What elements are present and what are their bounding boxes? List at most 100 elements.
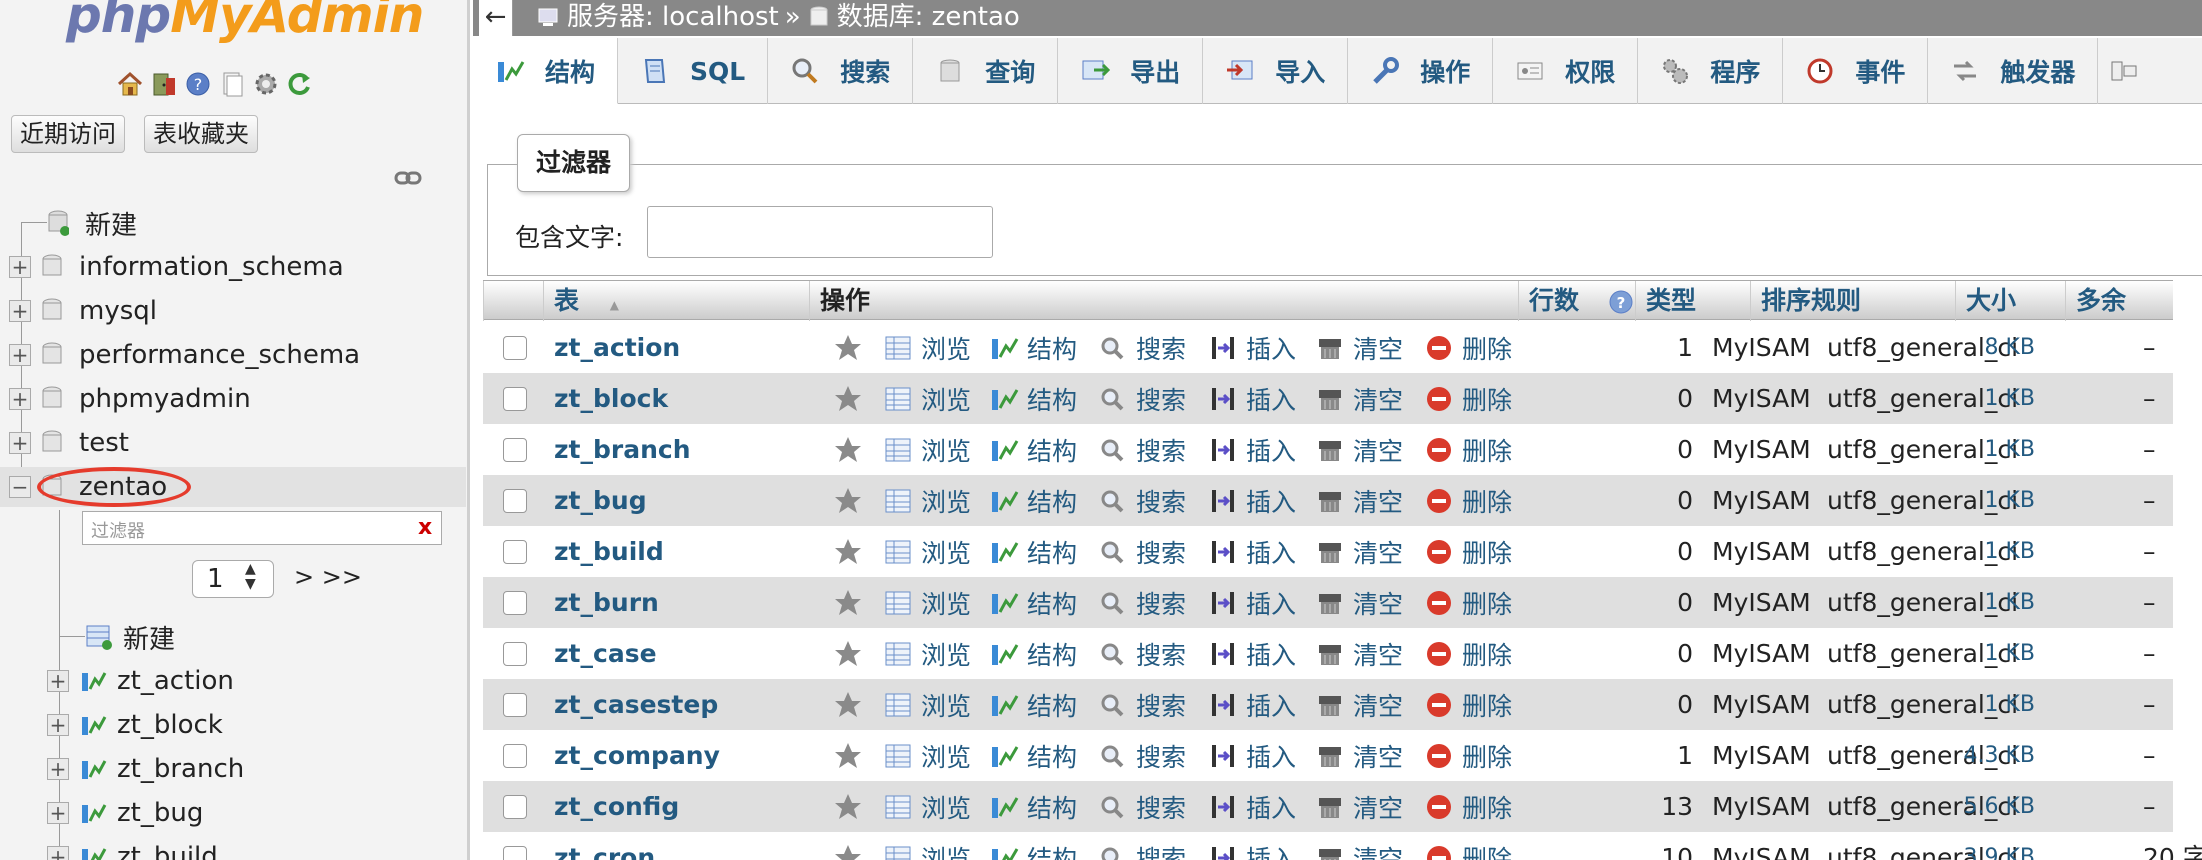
table-size[interactable]: 1 KB xyxy=(1953,526,2035,577)
search-action[interactable]: 搜索 xyxy=(1098,322,1186,373)
empty-action[interactable]: 清空 xyxy=(1315,679,1403,730)
drop-action[interactable]: 删除 xyxy=(1424,424,1512,475)
star-icon[interactable] xyxy=(833,588,863,618)
column-size[interactable]: 大小 xyxy=(1955,281,2065,321)
table-size[interactable]: 1 KB xyxy=(1953,373,2035,424)
structure-action[interactable]: 结构 xyxy=(989,730,1077,781)
expand-icon[interactable]: + xyxy=(47,670,69,692)
expand-icon[interactable]: + xyxy=(47,846,69,860)
star-icon[interactable] xyxy=(833,384,863,414)
exit-icon[interactable] xyxy=(150,70,178,98)
drop-action[interactable]: 删除 xyxy=(1424,322,1512,373)
structure-action[interactable]: 结构 xyxy=(989,475,1077,526)
drop-action[interactable]: 删除 xyxy=(1424,526,1512,577)
tab-query[interactable]: 查询 xyxy=(913,38,1059,104)
nav-db-phpmyadmin[interactable]: + phpmyadmin xyxy=(9,379,251,419)
link-icon[interactable] xyxy=(394,168,422,188)
browse-action[interactable]: 浏览 xyxy=(883,781,971,832)
table-name-link[interactable]: zt_build xyxy=(554,526,664,577)
nav-db-performance-schema[interactable]: + performance_schema xyxy=(9,335,360,375)
home-icon[interactable] xyxy=(116,70,144,98)
search-action[interactable]: 搜索 xyxy=(1098,781,1186,832)
search-action[interactable]: 搜索 xyxy=(1098,628,1186,679)
browse-action[interactable]: 浏览 xyxy=(883,577,971,628)
empty-action[interactable]: 清空 xyxy=(1315,526,1403,577)
search-action[interactable]: 搜索 xyxy=(1098,832,1186,860)
nav-table-item[interactable]: + zt_block xyxy=(47,705,223,745)
tab-triggers[interactable]: 触发器 xyxy=(1928,38,2099,104)
tab-sql[interactable]: SQL xyxy=(618,38,769,104)
nav-new-table[interactable]: 新建 xyxy=(85,617,175,657)
star-icon[interactable] xyxy=(833,639,863,669)
table-size[interactable]: 5.6 KB xyxy=(1953,781,2036,832)
table-name-link[interactable]: zt_config xyxy=(554,781,679,832)
empty-action[interactable]: 清空 xyxy=(1315,322,1403,373)
filter-input[interactable] xyxy=(647,206,993,258)
breadcrumb-server[interactable]: 服务器: localhost xyxy=(567,0,779,34)
table-name-link[interactable]: zt_cron xyxy=(554,832,655,860)
table-name-link[interactable]: zt_branch xyxy=(554,424,691,475)
table-size[interactable]: 3.9 KB xyxy=(1953,832,2036,860)
browse-action[interactable]: 浏览 xyxy=(883,832,971,860)
drop-action[interactable]: 删除 xyxy=(1424,628,1512,679)
search-action[interactable]: 搜索 xyxy=(1098,679,1186,730)
search-action[interactable]: 搜索 xyxy=(1098,475,1186,526)
tab-structure[interactable]: 结构 xyxy=(473,38,619,104)
empty-action[interactable]: 清空 xyxy=(1315,373,1403,424)
table-name-link[interactable]: zt_case xyxy=(554,628,657,679)
structure-action[interactable]: 结构 xyxy=(989,424,1077,475)
insert-action[interactable]: 插入 xyxy=(1208,832,1296,860)
nav-db-mysql[interactable]: + mysql xyxy=(9,291,157,331)
column-table[interactable]: 表 ▲ xyxy=(543,281,809,321)
collapse-icon[interactable]: − xyxy=(9,476,31,498)
structure-action[interactable]: 结构 xyxy=(989,577,1077,628)
insert-action[interactable]: 插入 xyxy=(1208,730,1296,781)
row-checkbox[interactable] xyxy=(503,744,527,768)
expand-icon[interactable]: + xyxy=(47,802,69,824)
star-icon[interactable] xyxy=(833,435,863,465)
tab-import[interactable]: 导入 xyxy=(1203,38,1349,104)
drop-action[interactable]: 删除 xyxy=(1424,475,1512,526)
star-icon[interactable] xyxy=(833,333,863,363)
page-next-links[interactable]: > >> xyxy=(294,563,362,591)
page-select[interactable]: 1 xyxy=(192,560,274,598)
nav-new-database[interactable]: 新建 xyxy=(47,203,137,243)
structure-action[interactable]: 结构 xyxy=(989,526,1077,577)
column-overhead[interactable]: 多余 xyxy=(2065,281,2173,321)
expand-icon[interactable]: + xyxy=(9,300,31,322)
table-size[interactable]: 1 KB xyxy=(1953,679,2035,730)
empty-action[interactable]: 清空 xyxy=(1315,628,1403,679)
table-size[interactable]: 1 KB xyxy=(1953,424,2035,475)
row-checkbox[interactable] xyxy=(503,438,527,462)
star-icon[interactable] xyxy=(833,843,863,860)
clear-filter-icon[interactable]: x xyxy=(418,515,432,540)
recent-tables-button[interactable]: 近期访问 xyxy=(11,115,125,153)
expand-icon[interactable]: + xyxy=(9,432,31,454)
table-name-link[interactable]: zt_casestep xyxy=(554,679,718,730)
row-checkbox[interactable] xyxy=(503,387,527,411)
drop-action[interactable]: 删除 xyxy=(1424,781,1512,832)
row-checkbox[interactable] xyxy=(503,693,527,717)
drop-action[interactable]: 删除 xyxy=(1424,373,1512,424)
help-icon[interactable]: ? xyxy=(1608,289,1634,315)
phpmyadmin-logo[interactable]: phpMyAdmin xyxy=(66,0,424,44)
empty-action[interactable]: 清空 xyxy=(1315,730,1403,781)
table-size[interactable]: 4.3 KB xyxy=(1953,730,2036,781)
reload-icon[interactable] xyxy=(286,70,314,98)
browse-action[interactable]: 浏览 xyxy=(883,526,971,577)
structure-action[interactable]: 结构 xyxy=(989,679,1077,730)
star-icon[interactable] xyxy=(833,792,863,822)
table-name-link[interactable]: zt_action xyxy=(554,322,680,373)
insert-action[interactable]: 插入 xyxy=(1208,322,1296,373)
structure-action[interactable]: 结构 xyxy=(989,781,1077,832)
table-size[interactable]: 8 KB xyxy=(1953,322,2035,373)
insert-action[interactable]: 插入 xyxy=(1208,526,1296,577)
column-collation[interactable]: 排序规则 xyxy=(1750,281,1955,321)
table-size[interactable]: 1 KB xyxy=(1953,475,2035,526)
structure-action[interactable]: 结构 xyxy=(989,832,1077,860)
browse-action[interactable]: 浏览 xyxy=(883,322,971,373)
nav-table-item[interactable]: + zt_branch xyxy=(47,749,244,789)
table-size[interactable]: 1 KB xyxy=(1953,577,2035,628)
table-name-link[interactable]: zt_burn xyxy=(554,577,659,628)
column-rows[interactable]: 行数 ? xyxy=(1518,281,1635,321)
